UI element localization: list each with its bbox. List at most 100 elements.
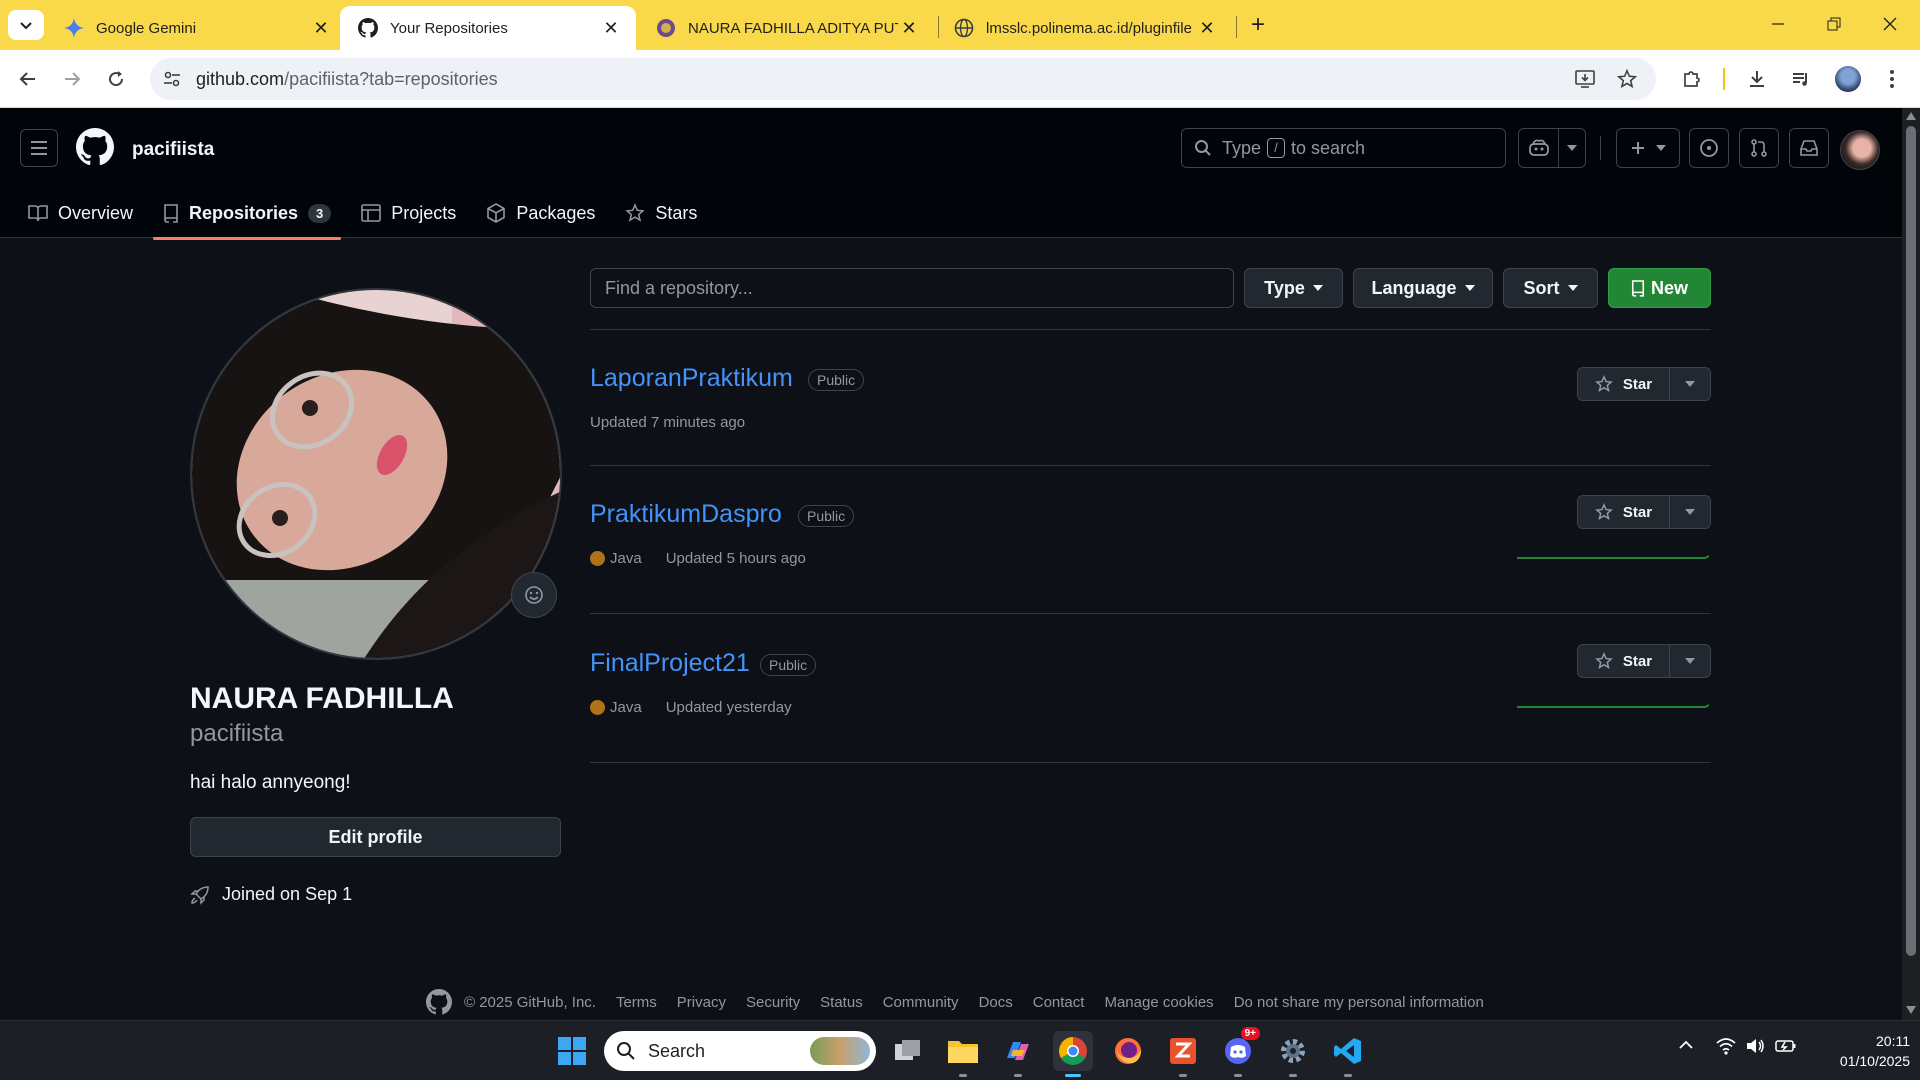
copilot-button[interactable] — [1518, 128, 1586, 168]
bookmark-star-icon[interactable] — [1616, 68, 1638, 95]
footer-link-status[interactable]: Status — [820, 994, 863, 1011]
task-view-button[interactable] — [888, 1031, 928, 1071]
footer-link-community[interactable]: Community — [883, 994, 959, 1011]
language-filter-button[interactable]: Language — [1353, 268, 1493, 308]
show-hidden-icons-button[interactable] — [1678, 1037, 1694, 1058]
close-window-button[interactable] — [1870, 8, 1910, 40]
global-search-input[interactable]: Type / to search — [1181, 128, 1506, 168]
taskbar-search-label: Search — [648, 1040, 706, 1061]
site-info-icon[interactable] — [162, 69, 182, 94]
tab-your-repositories[interactable]: Your Repositories ✕ — [340, 6, 636, 50]
edit-profile-button[interactable]: Edit profile — [190, 817, 561, 857]
star-icon — [1594, 375, 1613, 393]
pull-requests-button[interactable] — [1739, 128, 1779, 168]
star-button[interactable]: Star — [1578, 368, 1670, 400]
github-logo-icon[interactable] — [76, 128, 114, 166]
close-tab-icon[interactable]: ✕ — [600, 17, 622, 39]
file-explorer-button[interactable] — [943, 1031, 983, 1077]
context-username[interactable]: pacifiista — [132, 139, 214, 161]
install-app-icon[interactable] — [1574, 68, 1596, 95]
global-nav-menu-button[interactable] — [20, 129, 58, 167]
footer-link-docs[interactable]: Docs — [979, 994, 1013, 1011]
scrollbar-thumb[interactable] — [1906, 126, 1916, 956]
browser-menu-button[interactable] — [1876, 63, 1908, 95]
tab-naura-fadhilla[interactable]: NAURA FADHILLA ADITYA PUTF ✕ — [638, 6, 934, 50]
divider — [590, 613, 1711, 614]
star-list-dropdown[interactable] — [1670, 496, 1710, 528]
close-tab-icon[interactable]: ✕ — [310, 17, 332, 39]
tab-repositories[interactable]: Repositories 3 — [153, 193, 342, 240]
star-button[interactable]: Star — [1578, 496, 1670, 528]
network-status[interactable] — [1716, 1037, 1736, 1060]
set-status-button[interactable] — [511, 572, 557, 618]
find-repository-input[interactable]: Find a repository... — [590, 268, 1234, 308]
github-icon — [358, 18, 378, 38]
footer-link-terms[interactable]: Terms — [616, 994, 657, 1011]
new-tab-button[interactable]: + — [1244, 11, 1272, 39]
notifications-button[interactable] — [1789, 128, 1829, 168]
reload-button[interactable] — [100, 63, 132, 95]
footer-copyright: © 2025 GitHub, Inc. — [464, 993, 596, 1011]
minimize-window-button[interactable] — [1758, 8, 1798, 40]
restore-window-button[interactable] — [1814, 8, 1854, 40]
star-button[interactable]: Star — [1578, 645, 1670, 677]
issues-button[interactable] — [1689, 128, 1729, 168]
star-list-dropdown[interactable] — [1670, 368, 1710, 400]
media-control-button[interactable] — [1785, 63, 1817, 95]
zotero-reader-app-button[interactable] — [1163, 1031, 1203, 1077]
close-tab-icon[interactable]: ✕ — [1196, 17, 1218, 39]
tab-projects[interactable]: Projects — [361, 193, 456, 233]
profile-button[interactable] — [1832, 63, 1864, 95]
kebab-menu-icon — [1890, 70, 1894, 88]
firefox-app-button[interactable] — [1108, 1031, 1148, 1071]
start-button[interactable] — [552, 1031, 592, 1071]
battery-status[interactable] — [1775, 1037, 1797, 1060]
scroll-up-arrow-icon[interactable] — [1906, 112, 1916, 120]
tab-repositories-label: Repositories — [189, 202, 299, 223]
footer-link-security[interactable]: Security — [746, 994, 800, 1011]
repo-name-link[interactable]: LaporanPraktikum — [590, 364, 793, 393]
chrome-icon — [1059, 1037, 1087, 1065]
github-logo-icon[interactable] — [426, 989, 452, 1015]
volume-control[interactable] — [1745, 1037, 1765, 1060]
settings-app-button[interactable] — [1273, 1031, 1313, 1077]
running-indicator — [1289, 1074, 1297, 1077]
taskbar-search-box[interactable]: Search — [604, 1031, 876, 1071]
tab-overview[interactable]: Overview — [28, 193, 133, 233]
sort-filter-button[interactable]: Sort — [1503, 268, 1598, 308]
close-tab-icon[interactable]: ✕ — [898, 17, 920, 39]
search-placeholder-pre: Type — [1222, 137, 1262, 158]
repo-name-link[interactable]: PraktikumDaspro — [590, 500, 782, 529]
create-new-button[interactable] — [1616, 128, 1680, 168]
visibility-badge: Public — [798, 505, 855, 527]
tab-stars[interactable]: Stars — [625, 193, 697, 233]
taskbar-clock[interactable]: 20:11 01/10/2025 — [1810, 1031, 1910, 1071]
discord-app-button[interactable]: 9+ — [1218, 1027, 1260, 1077]
tab-search-menu-button[interactable] — [8, 10, 44, 40]
address-bar[interactable]: github.com/pacifiista?tab=repositories — [150, 58, 1656, 100]
type-filter-button[interactable]: Type — [1244, 268, 1343, 308]
tab-google-gemini[interactable]: Google Gemini ✕ — [46, 6, 346, 50]
new-repository-button[interactable]: New — [1608, 268, 1711, 308]
star-button-group: Star — [1577, 495, 1711, 529]
footer-link-manage-cookies[interactable]: Manage cookies — [1104, 994, 1213, 1011]
star-list-dropdown[interactable] — [1670, 645, 1710, 677]
copilot-icon — [1528, 139, 1549, 156]
active-tab-indicator — [153, 237, 342, 240]
extensions-button[interactable] — [1676, 63, 1708, 95]
footer-link-privacy[interactable]: Privacy — [677, 994, 726, 1011]
footer-link-do-not-share[interactable]: Do not share my personal information — [1234, 994, 1484, 1011]
scroll-down-arrow-icon[interactable] — [1906, 1006, 1916, 1014]
user-avatar-button[interactable] — [1840, 130, 1880, 170]
copilot-app-button[interactable] — [998, 1031, 1038, 1077]
vscode-app-button[interactable] — [1328, 1031, 1368, 1077]
footer-link-contact[interactable]: Contact — [1033, 994, 1085, 1011]
tab-packages[interactable]: Packages — [486, 193, 595, 233]
repo-name-link[interactable]: FinalProject21 — [590, 649, 750, 678]
forward-button[interactable] — [56, 63, 88, 95]
chrome-app-button[interactable] — [1053, 1031, 1093, 1077]
smiley-icon — [525, 586, 543, 604]
tab-lmsslc-pluginfile[interactable]: lmsslc.polinema.ac.id/pluginfile ✕ — [936, 6, 1232, 50]
back-button[interactable] — [12, 63, 44, 95]
downloads-button[interactable] — [1741, 63, 1773, 95]
